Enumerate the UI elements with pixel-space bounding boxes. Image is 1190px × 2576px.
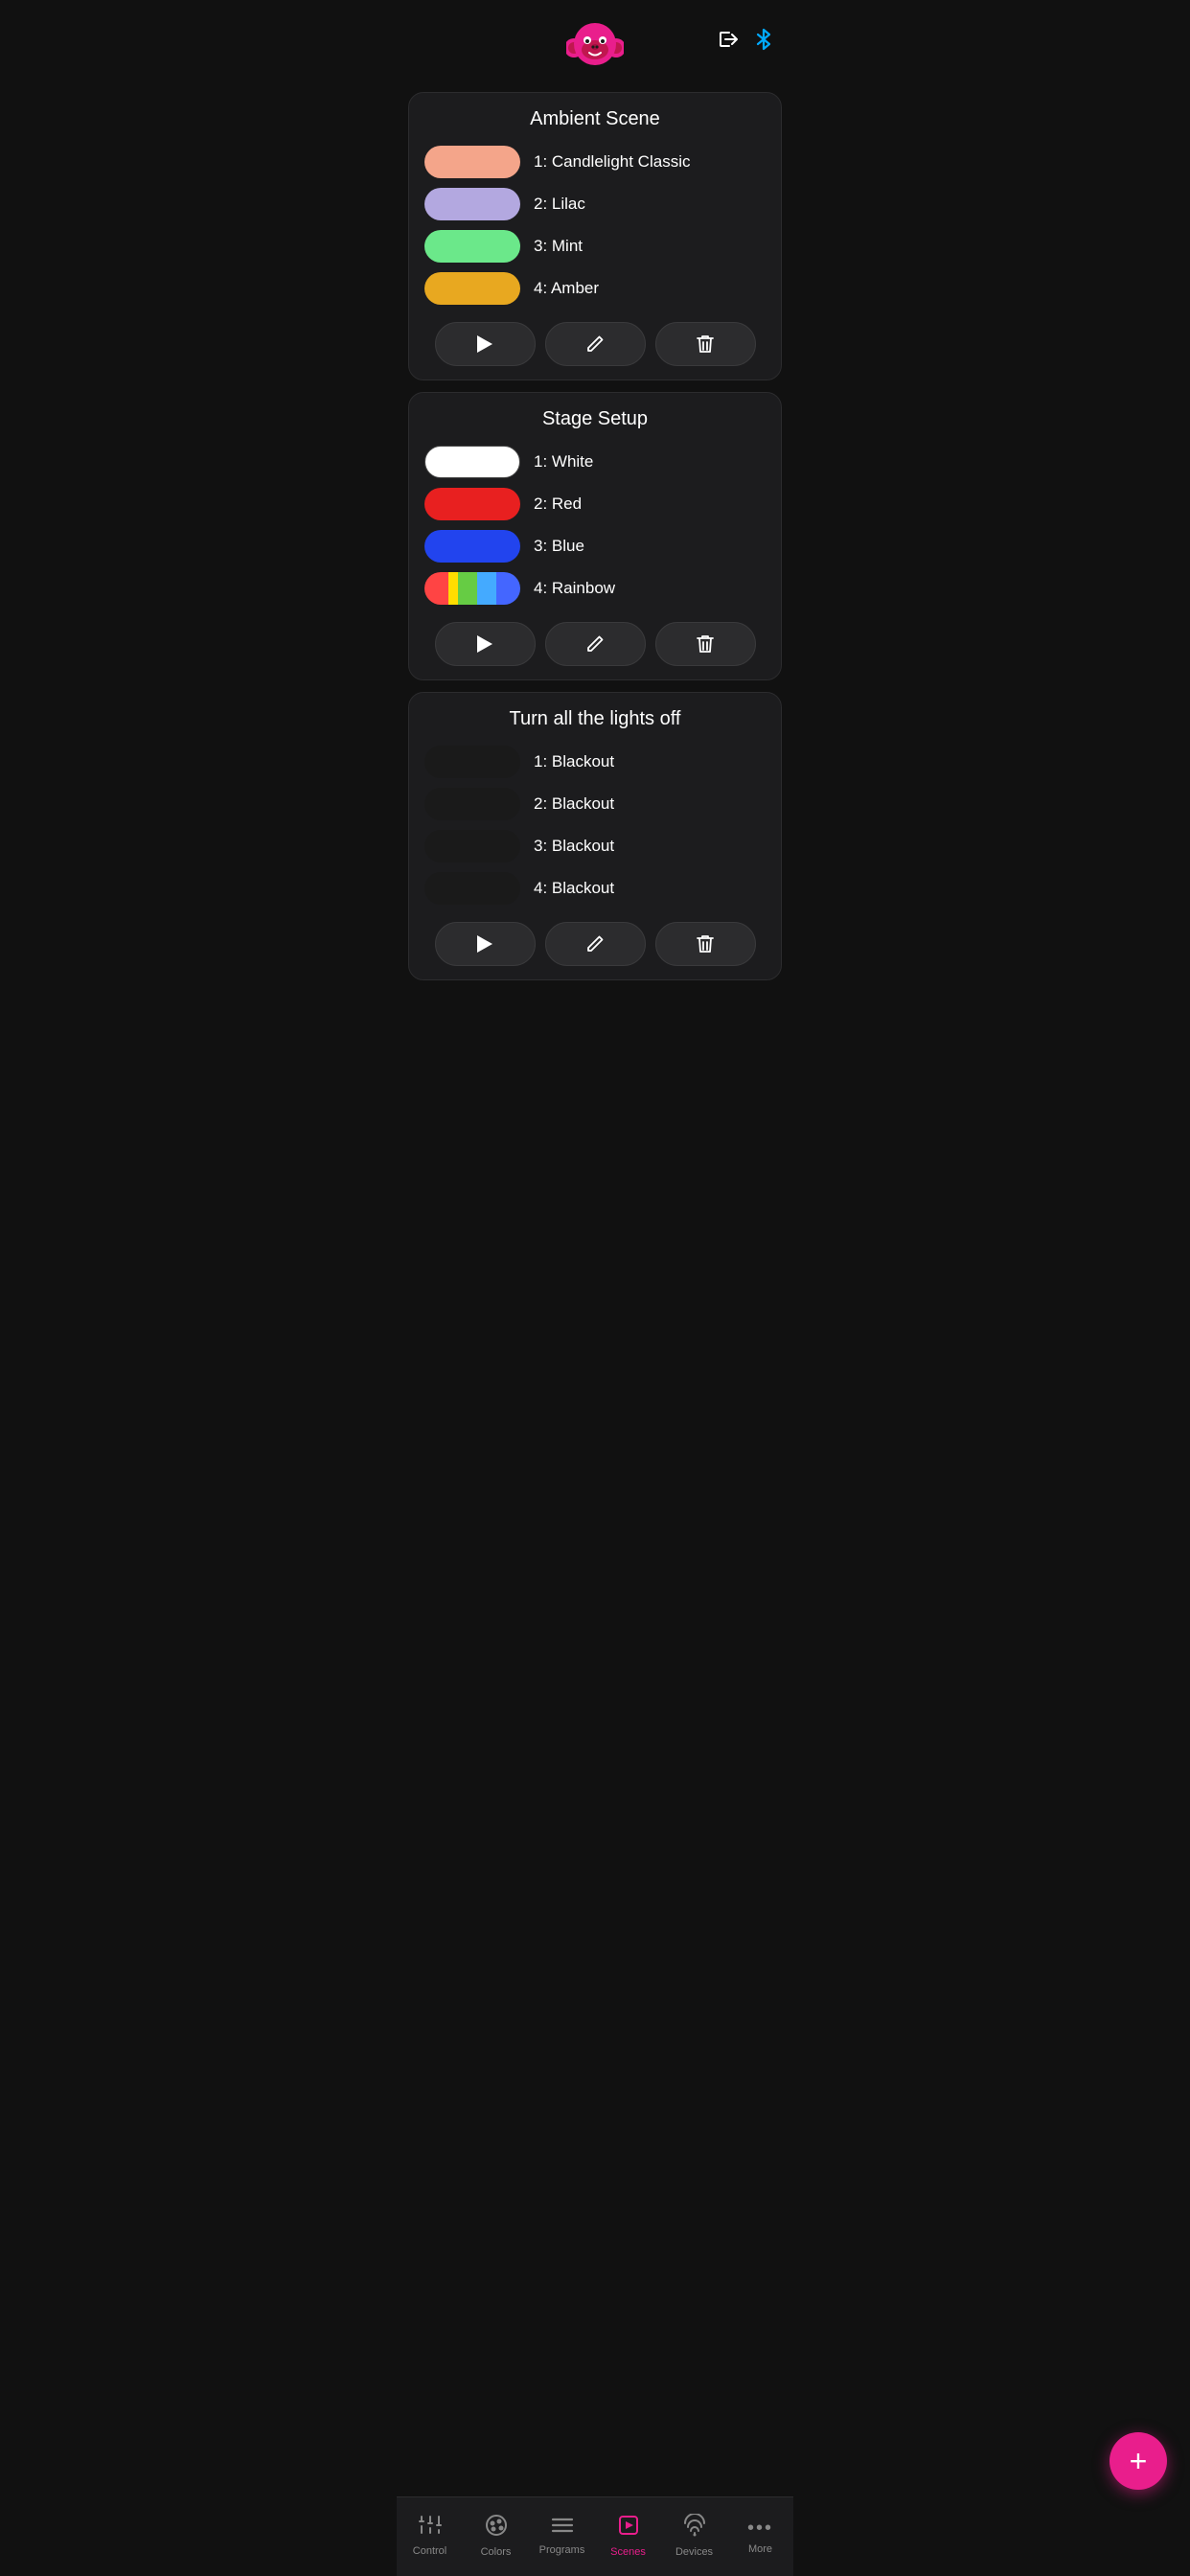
color-label: 1: Blackout [534, 752, 614, 771]
color-list: 1: Blackout 2: Blackout 3: Blackout 4: Blac… [424, 746, 766, 905]
programs-icon [551, 2516, 574, 2541]
color-item: 1: Blackout [424, 746, 766, 778]
scene-card-stage-setup: Stage Setup 1: White 2: Red 3: Blue 4: Rainb… [408, 392, 782, 680]
play-button[interactable] [435, 622, 536, 666]
color-swatch [424, 188, 520, 220]
scene-title: Turn all the lights off [424, 708, 766, 730]
color-swatch [424, 230, 520, 263]
scene-card-ambient-scene: Ambient Scene 1: Candlelight Classic 2: Li… [408, 92, 782, 380]
nav-item-colors[interactable]: Colors [463, 2497, 529, 2566]
nav-label-programs: Programs [539, 2544, 585, 2556]
bluetooth-icon[interactable] [753, 28, 774, 57]
colors-icon [485, 2514, 508, 2542]
scene-card-lights-off: Turn all the lights off 1: Blackout 2: Bla… [408, 692, 782, 980]
color-swatch [424, 446, 520, 478]
nav-label-colors: Colors [481, 2546, 512, 2558]
color-list: 1: Candlelight Classic 2: Lilac 3: Mint 4: … [424, 146, 766, 305]
color-label: 2: Red [534, 494, 582, 514]
scene-actions [424, 322, 766, 366]
color-label: 1: Candlelight Classic [534, 152, 690, 172]
scene-title: Ambient Scene [424, 108, 766, 130]
nav-item-more[interactable]: ••• More [727, 2497, 793, 2566]
color-item: 2: Blackout [424, 788, 766, 820]
play-button[interactable] [435, 922, 536, 966]
color-item: 4: Blackout [424, 872, 766, 905]
color-swatch [424, 872, 520, 905]
scene-title: Stage Setup [424, 408, 766, 430]
delete-button[interactable] [655, 622, 756, 666]
color-item: 2: Lilac [424, 188, 766, 220]
edit-button[interactable] [545, 322, 646, 366]
scenes-icon [617, 2514, 640, 2542]
nav-label-scenes: Scenes [610, 2546, 646, 2558]
color-label: 1: White [534, 452, 593, 472]
color-swatch [424, 830, 520, 862]
color-list: 1: White 2: Red 3: Blue 4: Rainbow [424, 446, 766, 605]
color-item: 3: Blackout [424, 830, 766, 862]
nav-item-programs[interactable]: Programs [529, 2497, 595, 2566]
color-swatch [424, 746, 520, 778]
control-icon [419, 2515, 442, 2542]
nav-label-control: Control [413, 2545, 446, 2557]
app-logo [566, 17, 624, 75]
nav-label-devices: Devices [675, 2546, 713, 2558]
color-item: 1: Candlelight Classic [424, 146, 766, 178]
color-label: 4: Amber [534, 279, 599, 298]
color-swatch [424, 572, 520, 605]
color-label: 2: Lilac [534, 195, 585, 214]
login-icon[interactable] [717, 28, 740, 57]
color-swatch [424, 788, 520, 820]
header-icons [717, 28, 774, 57]
edit-button[interactable] [545, 922, 646, 966]
color-swatch [424, 272, 520, 305]
devices-icon [683, 2514, 706, 2542]
color-item: 3: Blue [424, 530, 766, 563]
color-item: 1: White [424, 446, 766, 478]
nav-item-control[interactable]: Control [397, 2497, 463, 2566]
color-label: 3: Blue [534, 537, 584, 556]
color-item: 2: Red [424, 488, 766, 520]
color-swatch [424, 530, 520, 563]
play-button[interactable] [435, 322, 536, 366]
delete-button[interactable] [655, 322, 756, 366]
color-label: 3: Mint [534, 237, 583, 256]
color-swatch [424, 488, 520, 520]
nav-item-scenes[interactable]: Scenes [595, 2497, 661, 2566]
nav-item-devices[interactable]: Devices [661, 2497, 727, 2566]
more-icon: ••• [747, 2518, 773, 2540]
scene-actions [424, 622, 766, 666]
bottom-nav: Control Colors Programs [397, 2496, 793, 2576]
color-swatch [424, 146, 520, 178]
nav-label-more: More [748, 2543, 772, 2555]
color-label: 4: Blackout [534, 879, 614, 898]
color-label: 2: Blackout [534, 794, 614, 814]
main-content: Ambient Scene 1: Candlelight Classic 2: Li… [397, 84, 793, 1076]
color-item: 3: Mint [424, 230, 766, 263]
edit-button[interactable] [545, 622, 646, 666]
scene-actions [424, 922, 766, 966]
delete-button[interactable] [655, 922, 756, 966]
add-scene-fab[interactable]: + [1110, 2432, 1167, 2490]
header [397, 0, 793, 84]
color-item: 4: Amber [424, 272, 766, 305]
color-label: 3: Blackout [534, 837, 614, 856]
color-label: 4: Rainbow [534, 579, 615, 598]
color-item: 4: Rainbow [424, 572, 766, 605]
